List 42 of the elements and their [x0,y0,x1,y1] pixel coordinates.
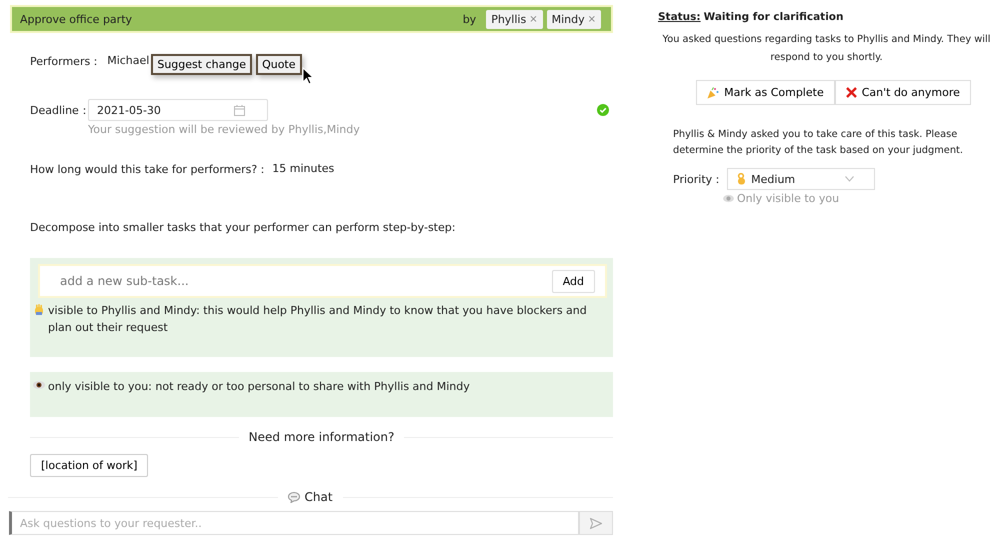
speech-bubble-icon [288,492,300,502]
performer-button[interactable]: Suggest change [151,54,252,75]
chevron-down-icon [845,176,854,182]
send-icon [590,518,602,528]
subtask-field[interactable]: add a new sub-task... Add [38,264,607,298]
eye-icon [33,380,45,390]
deadline-hint: Your suggestion will be reviewed by Phyllis,Mindy [88,123,361,136]
task-title: Approve office party [20,12,134,26]
info-chip[interactable]: [location of work] [30,454,148,477]
decompose-prompt: Decompose into smaller tasks that your performer can perform step-by-step: [30,221,456,234]
calendar-icon [234,104,245,116]
cross-icon [846,87,857,98]
by-label: by [462,12,476,26]
party-popper-icon [707,86,720,98]
performer-name: Michael [107,54,150,67]
requester-name: Phyllis [491,12,526,26]
priority-intro: Phyllis & Mindy asked you to take care of this task. Please determine the priority of the task based on your judgment. [672,128,964,158]
performer-button[interactable]: Quote [256,54,302,75]
cancel-button[interactable]: Can't do anymore [834,80,971,105]
add-button[interactable]: Add [552,270,595,292]
raised-hand-icon [33,304,45,316]
visibility-note: Only visible to you [737,192,840,205]
priority-label: Priority： [673,172,724,186]
section-heading: Need more information? [248,430,394,444]
date-field[interactable]: 2021-05-30 [88,99,268,121]
send-button[interactable] [579,511,613,535]
status-label: Status: [658,11,701,23]
eye-icon [723,194,734,203]
chat-heading: Chat [304,490,333,504]
performers-label: Performers： [30,54,102,69]
deadline-label: Deadline： [30,102,88,118]
visibility-note: visible to Phyllis and Mindy: this would help Phyllis and Mindy to know that you have blockers and plan out their request [48,303,588,336]
chat-input[interactable]: Ask questions to your requester.. [9,511,579,535]
visibility-note: only visible to you: not ready or too personal to share with Phyllis and Mindy [48,379,470,395]
priority-select[interactable]: Medium [727,168,876,190]
status-message: You asked questions regarding tasks to Phyllis and Mindy. They will respond to you shortly. [662,33,991,65]
complete-button[interactable]: Mark as Complete [696,80,835,105]
cursor-icon [302,67,314,85]
duration-label: How long would this take for performers?： [30,162,268,177]
requester-name: Mindy [552,12,585,26]
status-value: Waiting for clarification [704,11,844,23]
duration-value: 15 minutes [272,162,334,177]
